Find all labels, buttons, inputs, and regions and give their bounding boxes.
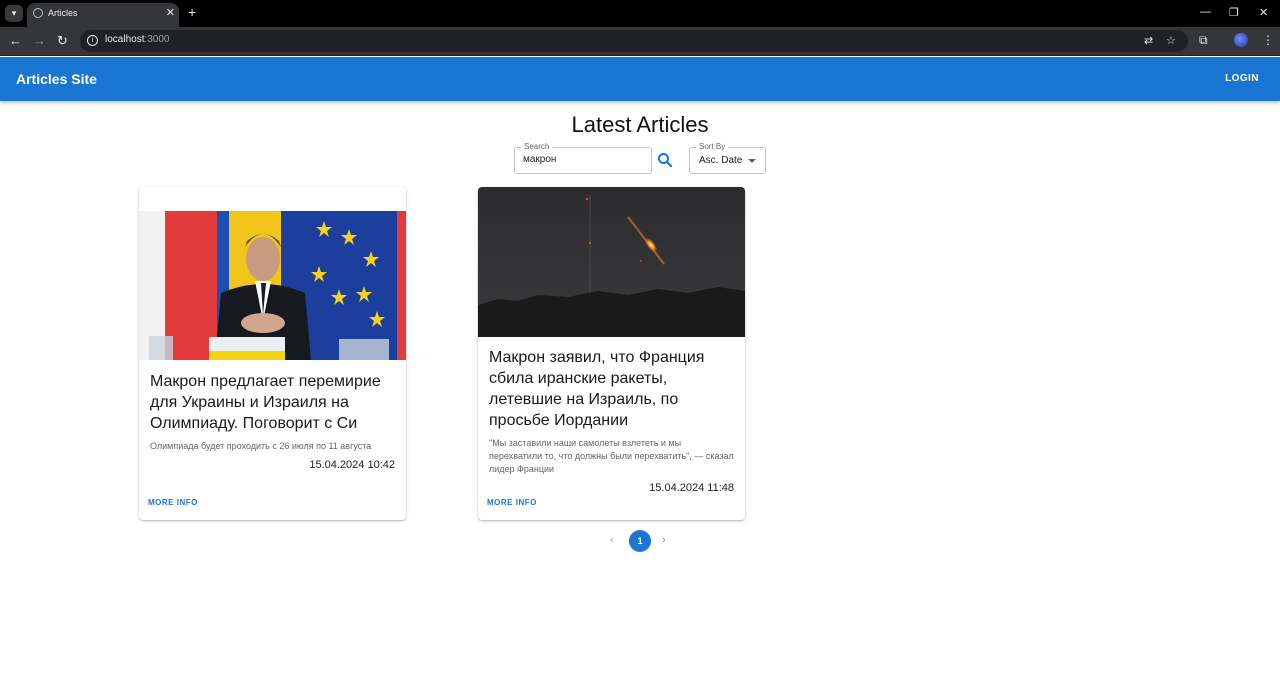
more-menu-icon[interactable]: ⋮ (1262, 33, 1274, 47)
close-icon[interactable]: ✕ (166, 6, 175, 19)
browser-tab[interactable]: Articles ✕ (27, 3, 179, 27)
tab-title: Articles (48, 8, 78, 18)
article-date: 15.04.2024 11:48 (649, 482, 734, 494)
search-input[interactable] (523, 154, 643, 165)
globe-icon (33, 8, 43, 18)
restore-icon[interactable]: ❐ (1229, 6, 1239, 19)
extensions-icon[interactable]: ⧉ (1199, 33, 1208, 48)
address-bar[interactable]: i localhost:3000 ⇄ ☆ (80, 30, 1188, 52)
url-text[interactable]: localhost:3000 (105, 34, 170, 45)
pagination: ‹ 1 › (600, 530, 680, 552)
article-date: 15.04.2024 10:42 (309, 459, 395, 471)
window-close-icon[interactable]: ✕ (1259, 6, 1268, 19)
site-title[interactable]: Articles Site (16, 71, 97, 87)
sort-label: Sort By (696, 142, 729, 151)
article-image (478, 187, 745, 337)
new-tab-icon[interactable]: + (188, 4, 196, 20)
search-field[interactable]: Search (514, 142, 652, 174)
dropdown-arrow-icon (748, 159, 756, 163)
app-header: Articles Site LOGIN (0, 57, 1280, 101)
article-card: Макрон заявил, что Франция сбила ирански… (478, 187, 745, 520)
tab-search-menu-icon[interactable]: ▾ (5, 5, 23, 22)
sort-select[interactable]: Sort By Asc. Date (689, 142, 766, 174)
article-description: "Мы заставили наши самолеты взлететь и м… (489, 438, 734, 474)
site-info-icon[interactable]: i (87, 35, 98, 46)
browser-toolbar: ← → ↻ i localhost:3000 ⇄ ☆ ⧉ ⋮ (0, 27, 1280, 56)
reload-icon[interactable]: ↻ (57, 33, 68, 49)
forward-icon[interactable]: → (33, 33, 46, 48)
article-title[interactable]: Макрон заявил, что Франция сбила ирански… (489, 347, 739, 431)
page-title: Latest Articles (571, 112, 709, 137)
article-title[interactable]: Макрон предлагает перемирие для Украины … (150, 371, 400, 434)
search-icon[interactable] (656, 151, 674, 169)
chevron-right-icon[interactable]: › (662, 534, 666, 546)
more-info-button[interactable]: MORE INFO (487, 498, 537, 507)
page-button-current[interactable]: 1 (629, 530, 651, 552)
article-card: Макрон предлагает перемирие для Украины … (139, 187, 406, 520)
profile-avatar[interactable] (1234, 33, 1248, 47)
more-info-button[interactable]: MORE INFO (148, 498, 198, 507)
login-button[interactable]: LOGIN (1216, 69, 1268, 89)
chevron-left-icon[interactable]: ‹ (610, 534, 614, 546)
translate-icon[interactable]: ⇄ (1144, 34, 1153, 47)
minimize-icon[interactable]: — (1200, 6, 1211, 18)
article-image (139, 211, 406, 360)
bookmark-star-icon[interactable]: ☆ (1166, 34, 1176, 47)
browser-tabbar: ▾ Articles ✕ + — ❐ ✕ (0, 0, 1280, 27)
search-label: Search (521, 142, 553, 151)
sort-value: Asc. Date (699, 155, 743, 166)
back-icon[interactable]: ← (9, 33, 22, 48)
article-description: Олимпиада будет проходить с 26 июля по 1… (150, 441, 372, 451)
